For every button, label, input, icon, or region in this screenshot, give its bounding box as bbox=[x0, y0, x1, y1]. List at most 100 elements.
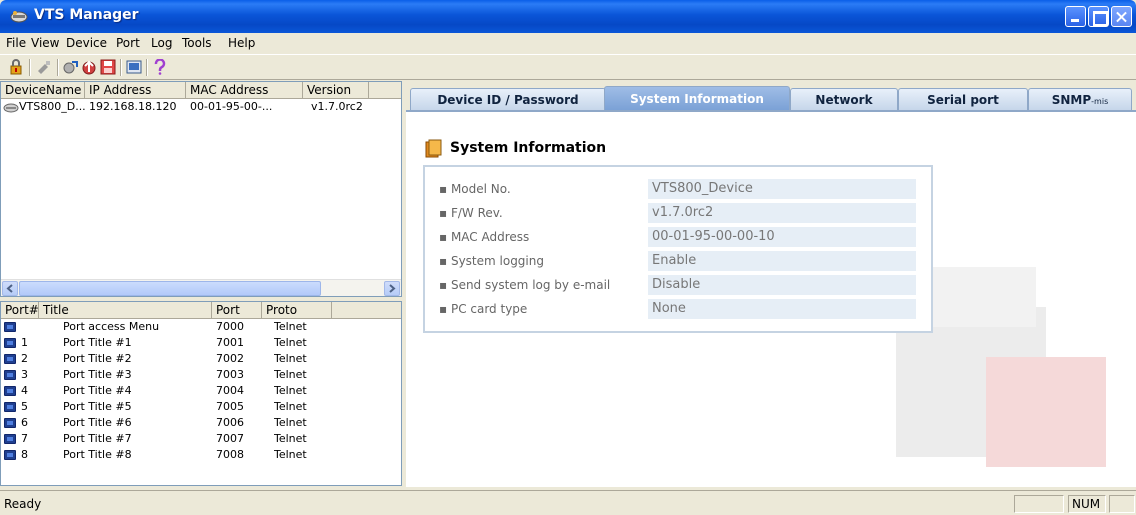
port-list[interactable]: Port# Title Port Proto Port access Menu 7… bbox=[0, 301, 402, 486]
window-title: VTS Manager bbox=[34, 7, 139, 23]
port-protocol: Telnet bbox=[274, 368, 307, 381]
port-icon bbox=[4, 386, 16, 396]
tab-snmp-label: SNMP bbox=[1051, 93, 1092, 107]
tab-bar: Device ID / Password System Information … bbox=[406, 86, 1136, 110]
scroll-left-icon[interactable] bbox=[2, 281, 18, 296]
scroll-right-icon[interactable] bbox=[384, 281, 400, 296]
value-mac-address: 00-01-95-00-00-10 bbox=[648, 227, 916, 247]
toolbar-separator bbox=[29, 59, 31, 76]
port-protocol: Telnet bbox=[274, 416, 307, 429]
disconnect-icon[interactable] bbox=[36, 59, 52, 75]
toolbar bbox=[0, 54, 1136, 80]
tab-system-information[interactable]: System Information bbox=[604, 86, 790, 110]
port-list-header: Port# Title Port Proto bbox=[1, 302, 401, 319]
menu-help[interactable]: Help bbox=[228, 36, 255, 50]
port-row[interactable]: 8 Port Title #8 7008 Telnet bbox=[1, 447, 401, 463]
minimize-button[interactable] bbox=[1065, 6, 1086, 27]
title-bar[interactable]: VTS Manager bbox=[0, 0, 1136, 33]
port-row[interactable]: 3 Port Title #3 7003 Telnet bbox=[1, 367, 401, 383]
value-model-no: VTS800_Device bbox=[648, 179, 916, 199]
bullet: ▪ bbox=[439, 182, 451, 196]
device-ip: 192.168.18.120 bbox=[89, 100, 177, 113]
port-number: 6 bbox=[21, 416, 28, 429]
port-protocol: Telnet bbox=[274, 400, 307, 413]
port-icon bbox=[4, 402, 16, 412]
num-indicator: NUM bbox=[1068, 495, 1106, 513]
scroll-thumb[interactable] bbox=[19, 281, 321, 296]
port-protocol: Telnet bbox=[274, 432, 307, 445]
toolbar-separator bbox=[57, 59, 59, 76]
app-icon bbox=[10, 11, 28, 23]
tab-snmp[interactable]: SNMP-mis bbox=[1028, 88, 1132, 110]
port-tcp-number: 7003 bbox=[216, 368, 244, 381]
menu-tools[interactable]: Tools bbox=[182, 36, 212, 50]
device-list[interactable]: DeviceName IP Address MAC Address Versio… bbox=[0, 81, 402, 297]
horizontal-scrollbar[interactable] bbox=[1, 279, 401, 296]
upload-icon[interactable] bbox=[81, 59, 97, 75]
bullet: ▪ bbox=[439, 278, 451, 292]
connect-icon[interactable] bbox=[63, 59, 79, 75]
device-list-header: DeviceName IP Address MAC Address Versio… bbox=[1, 82, 401, 99]
port-title: Port Title #3 bbox=[63, 368, 132, 381]
port-title: Port access Menu bbox=[63, 320, 160, 333]
port-row[interactable]: 2 Port Title #2 7002 Telnet bbox=[1, 351, 401, 367]
col-port[interactable]: Port bbox=[212, 302, 262, 319]
menu-port[interactable]: Port bbox=[116, 36, 140, 50]
label-pc-card-type: ▪ PC card type bbox=[439, 302, 527, 316]
port-title: Port Title #6 bbox=[63, 416, 132, 429]
system-information-panel: System Information ▪ Model No. VTS800_De… bbox=[406, 110, 1136, 487]
port-row[interactable]: Port access Menu 7000 Telnet bbox=[1, 319, 401, 335]
tab-snmp-suffix: -mis bbox=[1091, 97, 1109, 106]
col-title[interactable]: Title bbox=[39, 302, 212, 319]
label-send-log-email: ▪ Send system log by e-mail bbox=[439, 278, 610, 292]
device-mac: 00-01-95-00-... bbox=[190, 100, 273, 113]
maximize-button[interactable] bbox=[1088, 6, 1109, 27]
device-row[interactable]: VTS800_D... 192.168.18.120 00-01-95-00-.… bbox=[1, 99, 401, 115]
tab-serial-port[interactable]: Serial port bbox=[898, 88, 1028, 110]
port-row[interactable]: 5 Port Title #5 7005 Telnet bbox=[1, 399, 401, 415]
port-protocol: Telnet bbox=[274, 320, 307, 333]
lock-icon[interactable] bbox=[8, 59, 24, 75]
menu-log[interactable]: Log bbox=[151, 36, 172, 50]
col-port-num[interactable]: Port# bbox=[1, 302, 39, 319]
port-row[interactable]: 1 Port Title #1 7001 Telnet bbox=[1, 335, 401, 351]
tab-network[interactable]: Network bbox=[790, 88, 898, 110]
port-icon bbox=[4, 354, 16, 364]
status-pane-grip[interactable] bbox=[1109, 495, 1135, 513]
port-tcp-number: 7006 bbox=[216, 416, 244, 429]
col-ip-address[interactable]: IP Address bbox=[85, 82, 186, 99]
device-version: v1.7.0rc2 bbox=[311, 100, 363, 113]
col-version[interactable]: Version bbox=[303, 82, 369, 99]
bullet: ▪ bbox=[439, 230, 451, 244]
port-tcp-number: 7001 bbox=[216, 336, 244, 349]
port-title: Port Title #4 bbox=[63, 384, 132, 397]
port-number: 1 bbox=[21, 336, 28, 349]
port-title: Port Title #7 bbox=[63, 432, 132, 445]
section-title: System Information bbox=[450, 140, 607, 156]
value-send-log-email: Disable bbox=[648, 275, 916, 295]
port-row[interactable]: 7 Port Title #7 7007 Telnet bbox=[1, 431, 401, 447]
port-icon bbox=[4, 418, 16, 428]
menu-file[interactable]: File bbox=[6, 36, 26, 50]
tab-device-id-password[interactable]: Device ID / Password bbox=[410, 88, 606, 110]
col-devicename[interactable]: DeviceName bbox=[1, 82, 85, 99]
save-icon[interactable] bbox=[100, 59, 116, 75]
port-row[interactable]: 6 Port Title #6 7006 Telnet bbox=[1, 415, 401, 431]
port-number: 4 bbox=[21, 384, 28, 397]
port-protocol: Telnet bbox=[274, 384, 307, 397]
close-button[interactable] bbox=[1111, 6, 1132, 27]
value-system-logging: Enable bbox=[648, 251, 916, 271]
col-mac-address[interactable]: MAC Address bbox=[186, 82, 303, 99]
menu-view[interactable]: View bbox=[31, 36, 59, 50]
port-tcp-number: 7004 bbox=[216, 384, 244, 397]
port-icon bbox=[4, 434, 16, 444]
console-icon[interactable] bbox=[126, 59, 142, 75]
label-system-logging-text: System logging bbox=[450, 254, 544, 268]
port-row[interactable]: 4 Port Title #4 7004 Telnet bbox=[1, 383, 401, 399]
port-protocol: Telnet bbox=[274, 352, 307, 365]
col-proto[interactable]: Proto bbox=[262, 302, 332, 319]
system-info-box: ▪ Model No. VTS800_Device ▪ F/W Rev. v1.… bbox=[423, 165, 933, 333]
menu-device[interactable]: Device bbox=[66, 36, 107, 50]
bullet: ▪ bbox=[439, 206, 451, 220]
help-icon[interactable] bbox=[152, 59, 168, 75]
